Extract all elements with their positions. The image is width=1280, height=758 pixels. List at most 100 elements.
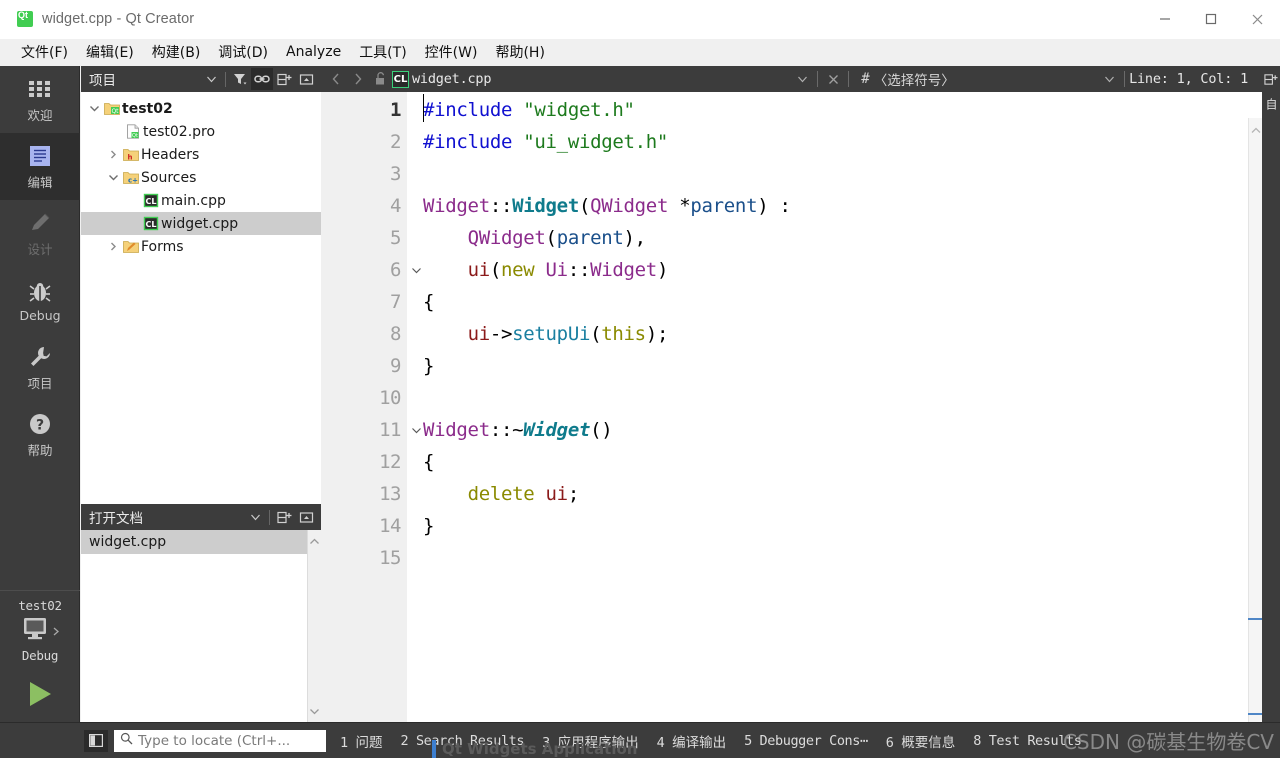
code-token: ), (623, 227, 647, 249)
right-dock-label[interactable]: 自 (1262, 98, 1280, 218)
mode-item-welcome[interactable]: 欢迎 (0, 66, 80, 133)
scroll-up-icon[interactable] (1251, 121, 1261, 139)
close-x-icon[interactable] (822, 68, 844, 90)
menu-build[interactable]: 构建(B) (143, 39, 210, 66)
editor-filename[interactable]: widget.cpp (412, 71, 491, 87)
open-documents-title[interactable]: 打开文档 (89, 507, 244, 527)
chevron-right-icon (53, 623, 60, 641)
mode-item-edit[interactable]: 编辑 (0, 133, 80, 200)
code-token: :: (489, 195, 513, 217)
scroll-down-icon[interactable] (310, 702, 319, 720)
toggle-sidebar-icon[interactable] (84, 729, 108, 752)
tree-row[interactable]: CL widget.cpp (81, 212, 321, 235)
menu-bar: 文件(F) 编辑(E) 构建(B) 调试(D) Analyze 工具(T) 控件… (0, 39, 1280, 66)
chevron-right-icon[interactable] (106, 242, 121, 251)
code-token: ) (656, 259, 669, 281)
mode-item-projects[interactable]: 项目 (0, 334, 80, 401)
minimize-icon[interactable] (1142, 0, 1188, 39)
editor-scrollbar[interactable] (1248, 118, 1262, 748)
mode-item-debug[interactable]: Debug (0, 267, 80, 334)
output-pane-issues[interactable]: 1 问题 (340, 731, 382, 751)
gutter-line: 14 (321, 510, 407, 542)
menu-debug[interactable]: 调试(D) (209, 39, 277, 66)
menu-tools[interactable]: 工具(T) (350, 39, 415, 66)
filter-icon[interactable] (229, 68, 251, 90)
menu-file[interactable]: 文件(F) (12, 39, 77, 66)
divider (269, 509, 270, 525)
collapse-icon[interactable] (295, 68, 317, 90)
tree-label: Sources (141, 169, 197, 186)
code-token: } (423, 355, 435, 377)
output-pane-debugger-console[interactable]: 5 Debugger Cons⋯ (744, 733, 868, 749)
kit-target-row[interactable] (20, 616, 60, 647)
code-token: this (601, 323, 646, 345)
tree-row[interactable]: Qt test02.pro (81, 120, 321, 143)
mode-selector-bar: 欢迎 编辑 设计 Debug 项目 ? 帮助 test02 Debug (0, 66, 80, 754)
code-area[interactable]: 1 2 3 4 5 6 7 8 9 10 11 12 13 14 15 #inc… (321, 92, 1262, 748)
unlocked-icon[interactable] (369, 68, 391, 90)
code-text[interactable]: #include "widget.h" #include "ui_widget.h… (407, 92, 1262, 722)
menu-analyze[interactable]: Analyze (277, 41, 350, 64)
tree-row[interactable]: h Headers (81, 143, 321, 166)
split-add-icon[interactable] (273, 68, 295, 90)
code-token: { (423, 451, 435, 473)
chevron-right-icon[interactable] (106, 150, 121, 159)
locator-input[interactable]: Type to locate (Ctrl+... (114, 729, 326, 752)
chevron-down-icon[interactable] (791, 68, 813, 90)
code-line: Widget::Widget(QWidget *parent) : (423, 190, 1262, 222)
chevron-left-icon[interactable] (325, 68, 347, 90)
pane-label: Test Results (988, 732, 1082, 749)
code-token: } (423, 515, 435, 537)
svg-text:Qt: Qt (111, 108, 119, 115)
menu-help[interactable]: 帮助(H) (486, 39, 553, 66)
search-icon (120, 732, 133, 750)
link-sync-icon[interactable] (251, 68, 273, 90)
fold-chevron-down-icon[interactable] (409, 267, 423, 274)
line-number: 10 (379, 387, 401, 409)
fold-chevron-down-icon[interactable] (409, 427, 423, 434)
chevron-down-icon[interactable] (200, 68, 222, 90)
output-pane-general-messages[interactable]: 6 概要信息 (886, 731, 955, 751)
tree-row[interactable]: c+ Sources (81, 166, 321, 189)
question-circle-icon: ? (28, 411, 52, 437)
mode-item-design[interactable]: 设计 (0, 200, 80, 267)
scroll-up-icon[interactable] (310, 532, 319, 550)
symbol-dropdown-chevron-down-icon[interactable] (1098, 68, 1120, 90)
split-add-icon[interactable] (273, 506, 295, 528)
menu-edit[interactable]: 编辑(E) (77, 39, 143, 66)
tree-row[interactable]: Forms (81, 235, 321, 258)
run-button[interactable] (0, 677, 80, 711)
close-icon[interactable] (1234, 0, 1280, 39)
open-documents-panel: 打开文档 widget.cpp (81, 504, 321, 722)
split-add-icon[interactable] (1262, 66, 1280, 92)
collapse-icon[interactable] (295, 506, 317, 528)
chevron-down-icon[interactable] (244, 506, 266, 528)
project-panel-title[interactable]: 项目 (89, 69, 200, 89)
gutter-line: 11 (321, 414, 421, 446)
mode-label-help: 帮助 (27, 442, 53, 458)
output-pane-application-output[interactable]: 3 应用程序输出 (542, 731, 638, 751)
chevron-down-icon[interactable] (87, 105, 102, 112)
pane-num: 1 (340, 734, 348, 751)
symbol-selector[interactable]: 〈选择符号〉 (874, 69, 955, 89)
line-col-indicator[interactable]: Line: 1, Col: 1 (1129, 71, 1248, 87)
maximize-icon[interactable] (1188, 0, 1234, 39)
open-documents-scrollbar[interactable] (307, 530, 321, 722)
output-pane-search-results[interactable]: 2 Search Results (400, 733, 524, 749)
output-pane-compile-output[interactable]: 4 编译输出 (657, 731, 726, 751)
tree-row[interactable]: Qt test02 (81, 97, 321, 120)
list-item[interactable]: widget.cpp (81, 530, 307, 554)
chevron-right-icon[interactable] (347, 68, 369, 90)
chevron-down-icon[interactable] (106, 174, 121, 181)
tree-row[interactable]: CL main.cpp (81, 189, 321, 212)
mode-item-help[interactable]: ? 帮助 (0, 401, 80, 468)
divider (817, 71, 819, 87)
code-line: ui->setupUi(this); (423, 318, 1262, 350)
code-line: Widget::~Widget() (423, 414, 1262, 446)
gutter-line: 2 (321, 126, 407, 158)
output-pane-test-results[interactable]: 8 Test Results (973, 732, 1082, 749)
menu-window[interactable]: 控件(W) (416, 39, 487, 66)
tree-label: Headers (141, 146, 200, 163)
pane-label: 应用程序输出 (557, 734, 639, 751)
